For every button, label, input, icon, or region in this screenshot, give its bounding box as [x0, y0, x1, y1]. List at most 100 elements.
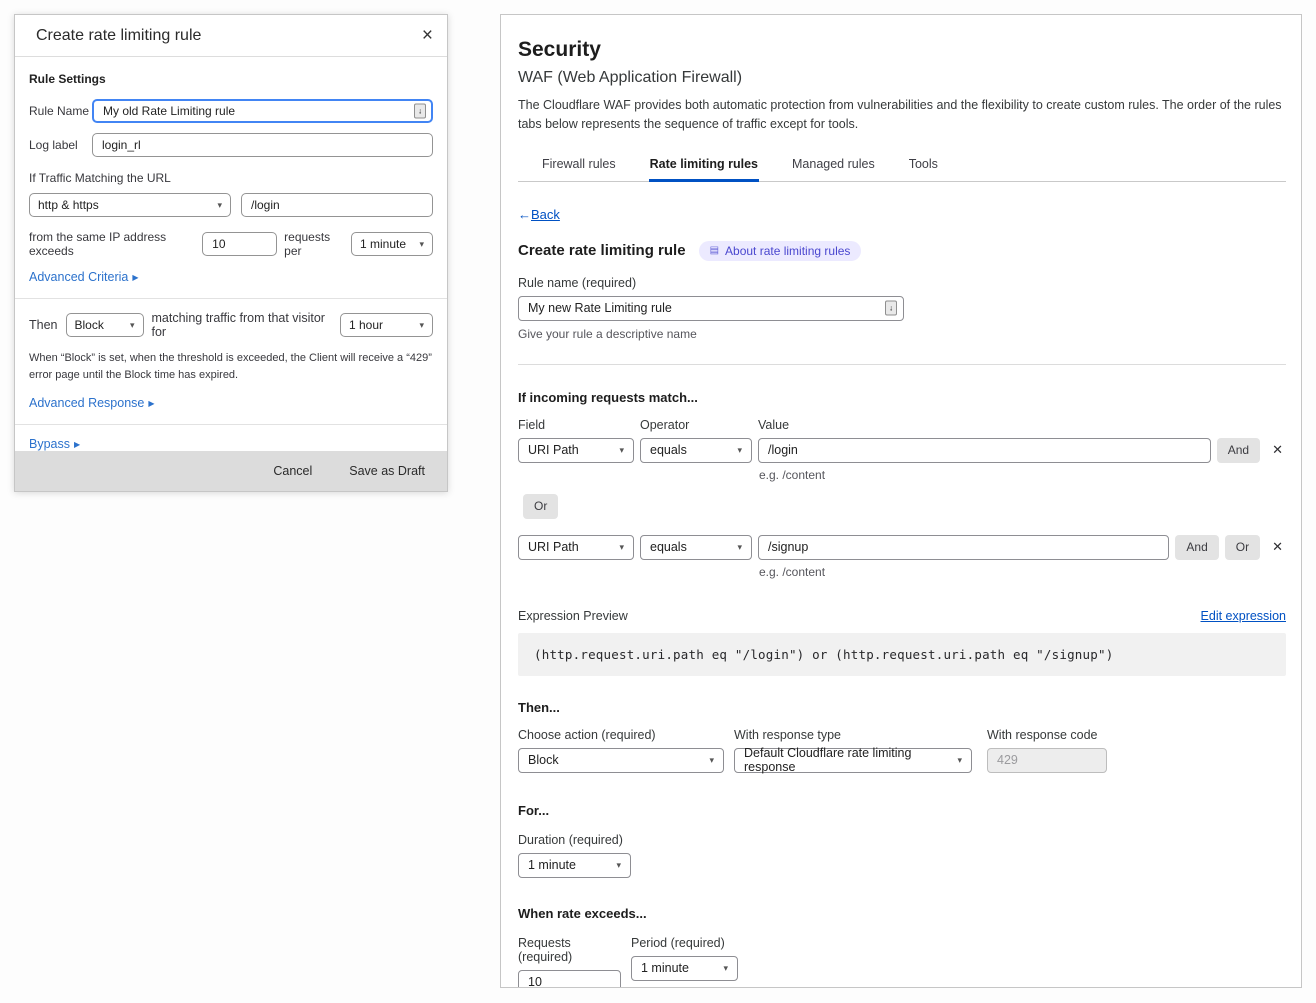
rule-name-row: Rule Name ↓ — [29, 99, 433, 123]
duration-select[interactable]: 1 minute ▾ — [518, 853, 631, 878]
value-label: Value — [758, 418, 789, 432]
divider — [15, 298, 447, 299]
requests-per-text: requests per — [284, 230, 344, 258]
scheme-select[interactable]: http & https ▾ — [29, 193, 231, 217]
period-select[interactable]: 1 minute ▾ — [351, 232, 433, 256]
rule-name-helper: Give your rule a descriptive name — [518, 327, 1286, 341]
tab-rate-limiting-rules[interactable]: Rate limiting rules — [649, 151, 759, 181]
dialog-body: Rule Settings Rule Name ↓ Log label If T… — [15, 57, 447, 451]
advanced-criteria-link[interactable]: Advanced Criteria ▶ — [29, 270, 139, 284]
expression-preview-label: Expression Preview — [518, 609, 628, 623]
or-button[interactable]: Or — [523, 494, 558, 519]
condition-row: URI Path ▾ equals ▾ And Or ✕ — [518, 535, 1286, 560]
cancel-button[interactable]: Cancel — [273, 464, 312, 478]
advanced-response-link[interactable]: Advanced Response ▶ — [29, 396, 155, 410]
response-type-label: With response type — [734, 728, 972, 742]
back-link[interactable]: ←Back — [518, 207, 560, 222]
value-helper: e.g. /content — [759, 468, 1286, 482]
extension-autofill-icon[interactable]: ↓ — [414, 104, 426, 119]
operator-label: Operator — [640, 418, 758, 432]
then-row: Then Block ▾ matching traffic from that … — [29, 311, 433, 339]
or-connector-row: Or — [523, 494, 1286, 519]
dialog-footer: Cancel Save as Draft — [15, 451, 447, 491]
period-label: Period (required) — [631, 936, 738, 950]
field-select[interactable]: URI Path ▾ — [518, 535, 634, 560]
chevron-down-icon: ▾ — [619, 542, 624, 553]
tab-managed-rules[interactable]: Managed rules — [791, 151, 876, 181]
rule-name-input[interactable] — [518, 296, 904, 321]
page-title: Security — [518, 38, 1286, 62]
close-icon[interactable]: × — [422, 26, 433, 45]
then-heading: Then... — [518, 700, 1286, 715]
chevron-down-icon: ▾ — [130, 320, 135, 331]
chevron-down-icon: ▾ — [723, 963, 728, 974]
tab-firewall-rules[interactable]: Firewall rules — [541, 151, 617, 181]
for-heading: For... — [518, 803, 1286, 818]
chevron-down-icon: ▾ — [619, 445, 624, 456]
waf-page-panel: Security WAF (Web Application Firewall) … — [500, 14, 1302, 988]
choose-action-label: Choose action (required) — [518, 728, 724, 742]
response-code-label: With response code — [987, 728, 1107, 742]
field-select[interactable]: URI Path ▾ — [518, 438, 634, 463]
log-label-row: Log label — [29, 133, 433, 157]
log-label-input[interactable] — [92, 133, 433, 157]
rule-name-input[interactable] — [92, 99, 433, 123]
value-input[interactable] — [758, 535, 1169, 560]
about-rate-limiting-badge[interactable]: ▤ About rate limiting rules — [699, 241, 862, 261]
document-icon: ▤ — [710, 245, 719, 256]
url-input[interactable] — [241, 193, 433, 217]
then-text: Then — [29, 318, 58, 332]
extension-autofill-icon[interactable]: ↓ — [885, 301, 897, 316]
dialog-header: Create rate limiting rule × — [15, 15, 447, 57]
divider — [518, 364, 1286, 365]
operator-select[interactable]: equals ▾ — [640, 438, 752, 463]
dialog-title: Create rate limiting rule — [36, 27, 201, 45]
url-match-row: http & https ▾ — [29, 193, 433, 217]
chevron-down-icon: ▾ — [957, 755, 962, 766]
create-rule-heading: Create rate limiting rule — [518, 242, 686, 259]
triangle-right-icon: ▶ — [132, 273, 138, 282]
edit-expression-link[interactable]: Edit expression — [1201, 609, 1286, 623]
duration-label: Duration (required) — [518, 833, 1286, 847]
legacy-rate-limit-dialog: Create rate limiting rule × Rule Setting… — [14, 14, 448, 492]
tab-tools[interactable]: Tools — [908, 151, 939, 181]
save-as-draft-button[interactable]: Save as Draft — [349, 464, 425, 478]
threshold-row: from the same IP address exceeds request… — [29, 230, 433, 258]
arrow-left-icon: ← — [518, 207, 531, 222]
remove-condition-icon[interactable]: ✕ — [1266, 442, 1286, 458]
and-button[interactable]: And — [1175, 535, 1218, 560]
or-button[interactable]: Or — [1225, 535, 1260, 560]
field-label: Field — [518, 418, 640, 432]
remove-condition-icon[interactable]: ✕ — [1266, 539, 1286, 555]
chevron-down-icon: ▾ — [217, 200, 222, 211]
divider — [15, 424, 447, 425]
chevron-down-icon: ▾ — [616, 860, 621, 871]
triangle-right-icon: ▶ — [74, 440, 80, 449]
action-select[interactable]: Block ▾ — [66, 313, 144, 337]
response-type-select[interactable]: Default Cloudflare rate limiting respons… — [734, 748, 972, 773]
period-select[interactable]: 1 minute ▾ — [631, 956, 738, 981]
and-button[interactable]: And — [1217, 438, 1260, 463]
chevron-down-icon: ▾ — [419, 239, 424, 250]
chevron-down-icon: ▾ — [709, 755, 714, 766]
triangle-right-icon: ▶ — [148, 399, 154, 408]
requests-input[interactable] — [518, 970, 621, 989]
condition-column-labels: Field Operator Value — [518, 418, 1286, 432]
operator-select[interactable]: equals ▾ — [640, 535, 752, 560]
match-heading: If incoming requests match... — [518, 390, 1286, 405]
bypass-link[interactable]: Bypass ▶ — [29, 437, 80, 451]
page-description: The Cloudflare WAF provides both automat… — [518, 96, 1286, 134]
rule-name-label: Rule Name — [29, 104, 92, 118]
log-label-label: Log label — [29, 138, 92, 152]
action-select[interactable]: Block ▾ — [518, 748, 724, 773]
value-helper: e.g. /content — [759, 565, 1286, 579]
chevron-down-icon: ▾ — [737, 445, 742, 456]
value-input[interactable] — [758, 438, 1211, 463]
expression-code: (http.request.uri.path eq "/login") or (… — [518, 633, 1286, 676]
requests-input[interactable] — [202, 232, 277, 256]
rule-name-label: Rule name (required) — [518, 276, 1286, 290]
matching-text: matching traffic from that visitor for — [152, 311, 333, 339]
duration-select[interactable]: 1 hour ▾ — [340, 313, 433, 337]
response-code-input — [987, 748, 1107, 773]
block-note: When “Block” is set, when the threshold … — [29, 350, 433, 384]
